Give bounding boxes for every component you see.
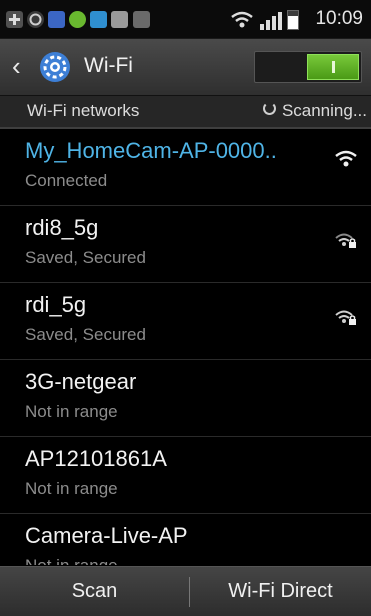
scan-button[interactable]: Scan [0,567,189,616]
android-icon [69,11,86,28]
network-list: My_HomeCam-AP-0000.. Connected rdi8_5g S… [0,129,371,565]
clock: 10:09 [315,8,363,29]
sync-icon [27,11,44,28]
network-status: Saved, Secured [25,248,146,267]
network-item[interactable]: 3G-netgear Not in range [0,360,371,437]
usb-icon [90,11,107,28]
gear-icon[interactable] [38,50,72,84]
toggle-knob [307,54,359,80]
wifi-lock-icon [335,310,356,325]
network-status: Saved, Secured [25,325,146,344]
network-status: Not in range [25,556,118,565]
section-header: Wi-Fi networks Scanning... [0,96,371,129]
network-status: Connected [25,171,108,190]
status-bar: 10:09 [0,0,371,39]
wifi-signal-icon [335,150,357,167]
network-status: Not in range [25,402,118,421]
network-name: rdi8_5g [25,215,99,240]
wifi-direct-button[interactable]: Wi-Fi Direct [190,567,371,616]
network-item[interactable]: Camera-Live-AP Not in range [0,514,371,565]
network-name: rdi_5g [25,292,87,317]
section-title: Wi-Fi networks [27,101,140,120]
network-item[interactable]: My_HomeCam-AP-0000.. Connected [0,129,371,206]
signal-icon [260,12,282,30]
spinner-icon [262,102,276,115]
wifi-lock-icon [335,233,356,248]
network-status: Not in range [25,479,118,498]
network-item[interactable]: AP12101861A Not in range [0,437,371,514]
action-bar: ‹ Wi-Fi [0,39,371,96]
back-icon[interactable]: ‹ [12,53,28,79]
network-name: AP12101861A [25,446,167,471]
page-title: Wi-Fi [84,54,133,77]
network-item[interactable]: rdi8_5g Saved, Secured [0,206,371,283]
wifi-toggle[interactable] [254,51,362,83]
wifi-status-icon [231,11,253,28]
sim-icon [133,11,150,28]
network-name: My_HomeCam-AP-0000.. [25,138,277,163]
network-name: 3G-netgear [25,369,137,394]
bottom-bar: Scan Wi-Fi Direct [0,566,371,616]
network-item[interactable]: rdi_5g Saved, Secured [0,283,371,360]
messenger-icon [48,11,65,28]
network-name: Camera-Live-AP [25,523,188,548]
add-icon [6,11,23,28]
battery-icon [287,10,299,30]
scanning-label: Scanning... [281,101,367,120]
export-icon [111,11,128,28]
scanning-indicator: Scanning... [262,101,367,121]
